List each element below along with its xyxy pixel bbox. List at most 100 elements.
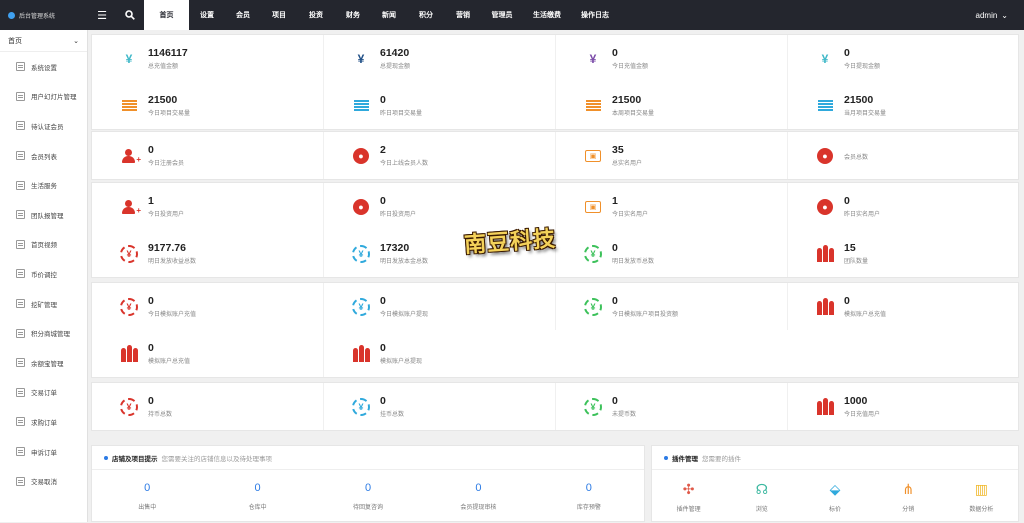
nav-item-10[interactable]: 生活缴费 bbox=[523, 0, 571, 30]
plugin-item[interactable]: ⋔ 分销 bbox=[872, 470, 945, 523]
stat-card[interactable]: ¥0今日充值金额 bbox=[556, 35, 788, 82]
sidebar-item-12[interactable]: 求购订单 bbox=[0, 407, 87, 437]
stat-card[interactable]: 0模拟账户总充值 bbox=[788, 283, 1020, 330]
stat-card[interactable]: ●会员总数 bbox=[788, 132, 1020, 179]
sidebar-head[interactable]: 首页 ⌄ bbox=[0, 30, 87, 52]
stat-value: 0 bbox=[612, 47, 648, 59]
stat-card[interactable]: ¥0明日发放币总数 bbox=[556, 230, 788, 277]
stat-card[interactable]: ●0昨日实名用户 bbox=[788, 183, 1020, 230]
sidebar-item-2[interactable]: 待认证会员 bbox=[0, 111, 87, 141]
stat-label: 仓库中 bbox=[249, 502, 267, 511]
sidebar-item-6[interactable]: 首页视频 bbox=[0, 230, 87, 260]
nav-item-7[interactable]: 积分 bbox=[407, 0, 445, 30]
stat-card[interactable]: 21500当月项目交易量 bbox=[788, 82, 1020, 129]
stat-card[interactable]: 0昨日项目交易量 bbox=[324, 82, 556, 129]
plugin-item[interactable]: ⬙标价 bbox=[798, 470, 871, 523]
hierarchy-icon: ⋔ bbox=[902, 481, 914, 498]
stat-card[interactable]: 0模拟账户总提现 bbox=[324, 330, 556, 377]
nav-item-0[interactable]: 首页 bbox=[144, 0, 189, 30]
stat-label: 今日充值用户 bbox=[844, 409, 880, 418]
plugin-item[interactable]: ▥数据分析 bbox=[945, 470, 1018, 523]
stat-card[interactable]: ¥0今日模拟账户提现 bbox=[324, 283, 556, 330]
stat-card[interactable]: ¥9177.76明日发放收益总数 bbox=[92, 230, 324, 277]
sidebar-item-9[interactable]: 积分商城管理 bbox=[0, 318, 87, 348]
stat-card[interactable]: 21500本周项目交易量 bbox=[556, 82, 788, 129]
nav-item-1[interactable]: 设置 bbox=[189, 0, 225, 30]
main-nav: 首页设置会员项目投资财务新闻积分营销管理员生活缴费操作日志 bbox=[144, 0, 619, 30]
stat-card[interactable]: ¥0今日模拟账户充值 bbox=[92, 283, 324, 330]
sidebar-item-14[interactable]: 交易取消 bbox=[0, 466, 87, 496]
stat-card[interactable]: ¥0挂币总数 bbox=[324, 383, 556, 430]
stat-card[interactable]: ¥61420总提现金额 bbox=[324, 35, 556, 82]
plugin-label: 分销 bbox=[902, 504, 914, 513]
stat-card[interactable]: 15团队数量 bbox=[788, 230, 1020, 277]
stat-card[interactable]: ¥0持币总数 bbox=[92, 383, 324, 430]
nav-item-5[interactable]: 财务 bbox=[335, 0, 371, 30]
sidebar-item-3[interactable]: 会员列表 bbox=[0, 141, 87, 171]
stat-card[interactable]: ▣1今日实名用户 bbox=[556, 183, 788, 230]
nav-item-8[interactable]: 营销 bbox=[445, 0, 481, 30]
sidebar-item-13[interactable]: 申诉订单 bbox=[0, 437, 87, 467]
sidebar-item-1[interactable]: 用户幻灯片管理 bbox=[0, 82, 87, 112]
id-card-icon: ▣ bbox=[584, 198, 602, 216]
stat-card[interactable]: +0今日注册会员 bbox=[92, 132, 324, 179]
menu-toggle-icon[interactable]: ☰ bbox=[88, 0, 116, 30]
stats-row: ¥0持币总数¥0挂币总数¥0未提币数1000今日充值用户 bbox=[92, 383, 1020, 430]
dashboard-main: ¥1146117总充值金额¥61420总提现金额¥0今日充值金额¥0今日提现金额… bbox=[88, 30, 1024, 522]
stat-card[interactable]: ¥0今日提现金额 bbox=[788, 35, 1020, 82]
store-stat[interactable]: 0仓库中 bbox=[202, 470, 312, 523]
store-stat[interactable]: 0库存预警 bbox=[534, 470, 644, 523]
app-brand[interactable]: 后台管理系统 bbox=[0, 0, 88, 30]
nav-item-4[interactable]: 投资 bbox=[297, 0, 335, 30]
stat-label: 今日提现金额 bbox=[844, 61, 880, 70]
sidebar-item-7[interactable]: 币价调控 bbox=[0, 259, 87, 289]
brand-logo-icon bbox=[8, 12, 15, 19]
stat-label: 昨日投资用户 bbox=[380, 209, 416, 218]
list-icon bbox=[352, 97, 370, 115]
stat-card[interactable]: ¥0今日模拟账户项目投资额 bbox=[556, 283, 788, 330]
stat-card[interactable]: 21500今日项目交易量 bbox=[92, 82, 324, 129]
sidebar-item-4[interactable]: 生活服务 bbox=[0, 170, 87, 200]
stat-card[interactable]: ▣35总实名用户 bbox=[556, 132, 788, 179]
yen-ring-icon: ¥ bbox=[352, 245, 370, 263]
store-stat[interactable]: 0待回复咨询 bbox=[313, 470, 423, 523]
sidebar-item-5[interactable]: 团队报管理 bbox=[0, 200, 87, 230]
plugin-item[interactable]: ☊浏览 bbox=[725, 470, 798, 523]
nav-item-3[interactable]: 项目 bbox=[261, 0, 297, 30]
stat-value: 0 bbox=[844, 195, 880, 207]
list-icon bbox=[16, 181, 25, 190]
search-icon[interactable] bbox=[116, 0, 144, 30]
stat-value: 0 bbox=[475, 482, 481, 494]
user-add-icon: + bbox=[120, 198, 138, 216]
sidebar-item-label: 余额宝管理 bbox=[31, 358, 64, 368]
plugin-label: 标价 bbox=[829, 504, 841, 513]
nav-item-2[interactable]: 会员 bbox=[225, 0, 261, 30]
sidebar-item-10[interactable]: 余额宝管理 bbox=[0, 348, 87, 378]
plugin-item[interactable]: ✣插件管理 bbox=[652, 470, 725, 523]
sidebar-item-8[interactable]: 挖矿管理 bbox=[0, 289, 87, 319]
user-circle-icon: ● bbox=[816, 198, 834, 216]
stat-label: 持币总数 bbox=[148, 409, 172, 418]
stat-card[interactable]: +1今日投资用户 bbox=[92, 183, 324, 230]
stat-card[interactable]: ¥0未提币数 bbox=[556, 383, 788, 430]
yen-ring-icon: ¥ bbox=[120, 245, 138, 263]
stat-label: 今日模拟账户提现 bbox=[380, 309, 428, 318]
stat-card[interactable]: 0模拟账户总充值 bbox=[92, 330, 324, 377]
nav-item-6[interactable]: 新闻 bbox=[371, 0, 407, 30]
nav-item-11[interactable]: 操作日志 bbox=[571, 0, 619, 30]
stat-value: 21500 bbox=[844, 94, 886, 106]
sidebar: 首页 ⌄ 系统设置用户幻灯片管理待认证会员会员列表生活服务团队报管理首页视频币价… bbox=[0, 30, 88, 522]
sidebar-item-11[interactable]: 交易订单 bbox=[0, 378, 87, 408]
store-stat[interactable]: 0出售中 bbox=[92, 470, 202, 523]
stat-value: 21500 bbox=[148, 94, 190, 106]
nav-item-9[interactable]: 管理员 bbox=[481, 0, 523, 30]
store-stat[interactable]: 0会员提现审核 bbox=[423, 470, 533, 523]
stat-card[interactable]: 1000今日充值用户 bbox=[788, 383, 1020, 430]
stat-value: 2 bbox=[380, 144, 428, 156]
stat-card[interactable]: ●2今日上线会员人数 bbox=[324, 132, 556, 179]
sidebar-item-0[interactable]: 系统设置 bbox=[0, 52, 87, 82]
stat-card[interactable]: ¥1146117总充值金额 bbox=[92, 35, 324, 82]
user-menu[interactable]: admin ⌄ bbox=[976, 11, 1024, 20]
chevron-down-icon: ⌄ bbox=[73, 37, 79, 45]
sidebar-item-label: 挖矿管理 bbox=[31, 299, 57, 309]
